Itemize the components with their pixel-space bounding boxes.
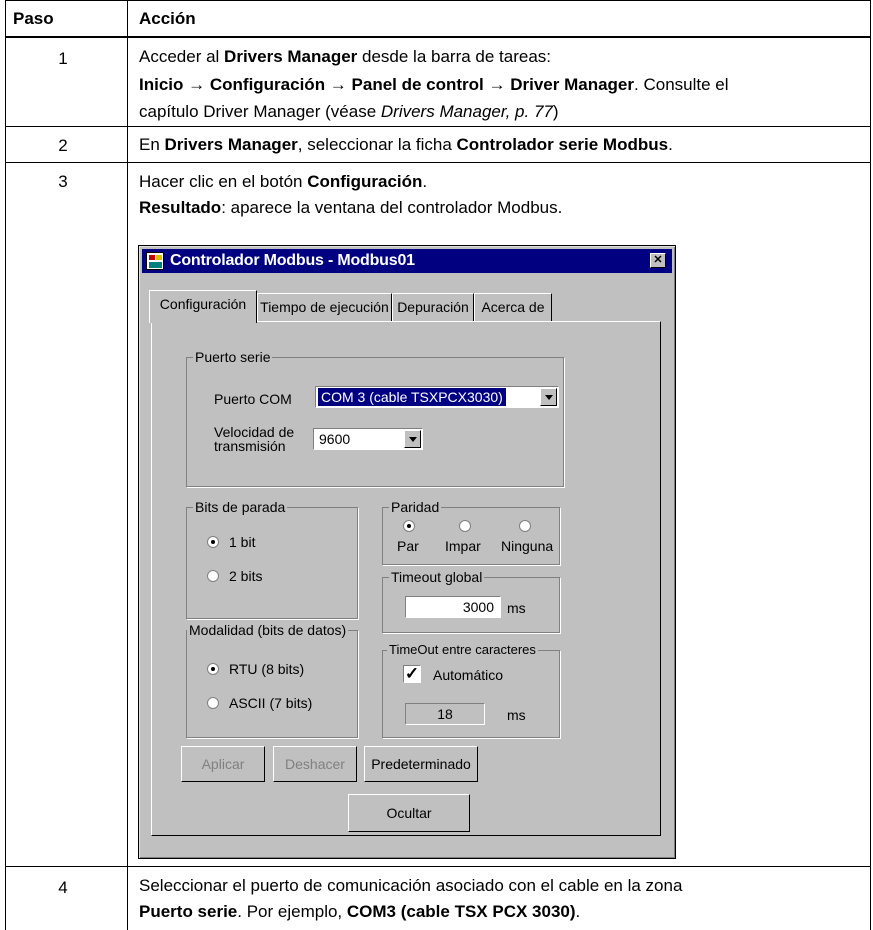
procedure-table: Paso Acción 1 Acceder al Drivers Manager… bbox=[5, 0, 871, 930]
row-divider bbox=[5, 126, 871, 127]
chevron-down-icon[interactable] bbox=[540, 388, 557, 406]
mode-ascii-label: ASCII (7 bits) bbox=[229, 695, 313, 711]
global-timeout-label: Timeout global bbox=[389, 568, 485, 586]
tab-depuracion[interactable]: Depuración bbox=[392, 293, 474, 321]
chevron-down-icon[interactable] bbox=[404, 430, 421, 448]
speed-value: 9600 bbox=[319, 431, 351, 447]
header-action: Acción bbox=[139, 9, 196, 28]
automatic-label: Automático bbox=[433, 667, 504, 683]
serial-port-label: Puerto serie bbox=[193, 348, 273, 366]
com-port-label: Puerto COM bbox=[214, 391, 292, 407]
step-3-line-1: Hacer clic en el botón Configuración. bbox=[139, 172, 428, 191]
step-number: 3 bbox=[58, 172, 68, 191]
parity-ninguna-label: Ninguna bbox=[501, 538, 554, 554]
apply-button[interactable]: Aplicar bbox=[181, 746, 265, 782]
close-icon[interactable]: ✕ bbox=[650, 253, 666, 268]
cross-reference-link[interactable]: Drivers Manager, p. 77 bbox=[381, 102, 553, 121]
serial-port-group: Puerto serie Puerto COM COM 3 (cable TSX… bbox=[186, 348, 564, 487]
parity-ninguna-radio[interactable] bbox=[519, 520, 531, 532]
tab-acerca-de[interactable]: Acerca de bbox=[474, 293, 552, 321]
parity-par-radio[interactable] bbox=[403, 520, 415, 532]
stop-bits-group: Bits de parada 1 bit 2 bits bbox=[186, 498, 358, 619]
parity-group: Paridad Par Impar Ninguna bbox=[382, 498, 560, 565]
global-timeout-group: Timeout global 3000 ms bbox=[382, 568, 560, 633]
table-right-border bbox=[870, 0, 871, 930]
step-4-line-2: Puerto serie. Por ejemplo, COM3 (cable T… bbox=[139, 902, 581, 921]
parity-label: Paridad bbox=[389, 498, 442, 516]
automatic-checkbox[interactable]: ✓ bbox=[403, 665, 421, 683]
header-divider bbox=[5, 36, 871, 38]
step-1-line-1: Acceder al Drivers Manager desde la barr… bbox=[139, 47, 552, 66]
step-3-line-2: Resultado: aparece la ventana del contro… bbox=[139, 198, 563, 217]
modbus-driver-window: Controlador Modbus - Modbus01 ✕ Configur… bbox=[138, 245, 676, 859]
com-port-select[interactable]: COM 3 (cable TSXPCX3030) bbox=[315, 386, 559, 408]
step-1-line-2: Inicio → Configuración → Panel de contro… bbox=[139, 75, 729, 94]
stop-bits-2-radio[interactable] bbox=[207, 570, 219, 582]
window-title: Controlador Modbus - Modbus01 bbox=[170, 252, 415, 269]
intercharacter-timeout-label: TimeOut entre caracteres bbox=[387, 641, 538, 659]
stop-bits-1-label: 1 bit bbox=[229, 534, 256, 550]
parity-impar-radio[interactable] bbox=[459, 520, 471, 532]
mode-rtu-label: RTU (8 bits) bbox=[229, 661, 305, 677]
global-timeout-input[interactable]: 3000 bbox=[405, 596, 501, 618]
mode-ascii-radio[interactable] bbox=[207, 697, 219, 709]
step-number: 2 bbox=[58, 136, 68, 155]
speed-select[interactable]: 9600 bbox=[313, 428, 423, 450]
intercharacter-timeout-unit: ms bbox=[507, 707, 526, 723]
tab-configuracion[interactable]: Configuración bbox=[149, 290, 257, 323]
speed-label: Velocidad de transmisión bbox=[214, 424, 295, 454]
step-number: 1 bbox=[58, 49, 68, 68]
row-divider bbox=[5, 162, 871, 163]
table-top-border bbox=[5, 0, 871, 1]
parity-impar-label: Impar bbox=[445, 538, 481, 554]
step-2-line-1: En Drivers Manager, seleccionar la ficha… bbox=[139, 135, 673, 154]
parity-par-label: Par bbox=[397, 538, 419, 554]
undo-button[interactable]: Deshacer bbox=[273, 746, 357, 782]
header-step: Paso bbox=[13, 9, 54, 28]
stop-bits-label: Bits de parada bbox=[193, 498, 288, 516]
configuration-panel: Puerto serie Puerto COM COM 3 (cable TSX… bbox=[151, 321, 661, 836]
global-timeout-unit: ms bbox=[507, 600, 526, 616]
stop-bits-2-label: 2 bits bbox=[229, 568, 263, 584]
com-port-value: COM 3 (cable TSXPCX3030) bbox=[318, 388, 506, 406]
step-1-line-3: capítulo Driver Manager (véase Drivers M… bbox=[139, 102, 559, 121]
app-icon bbox=[146, 252, 164, 270]
mode-rtu-radio[interactable] bbox=[207, 663, 219, 675]
title-bar[interactable]: Controlador Modbus - Modbus01 ✕ bbox=[142, 249, 672, 273]
step-number: 4 bbox=[58, 878, 68, 897]
data-bits-mode-label: Modalidad (bits de datos) bbox=[187, 621, 349, 639]
stop-bits-1-radio[interactable] bbox=[207, 536, 219, 548]
hide-button[interactable]: Ocultar bbox=[348, 794, 470, 832]
intercharacter-timeout-group: TimeOut entre caracteres ✓ Automático 18… bbox=[382, 641, 560, 738]
default-button[interactable]: Predeterminado bbox=[364, 746, 478, 782]
column-divider bbox=[127, 0, 128, 930]
data-bits-mode-group: Modalidad (bits de datos) RTU (8 bits) A… bbox=[186, 621, 358, 738]
intercharacter-timeout-input: 18 bbox=[405, 703, 485, 725]
tab-tiempo-de-ejecucion[interactable]: Tiempo de ejecución bbox=[257, 293, 392, 321]
row-divider bbox=[5, 866, 871, 867]
step-4-line-1: Seleccionar el puerto de comunicación as… bbox=[139, 876, 683, 895]
